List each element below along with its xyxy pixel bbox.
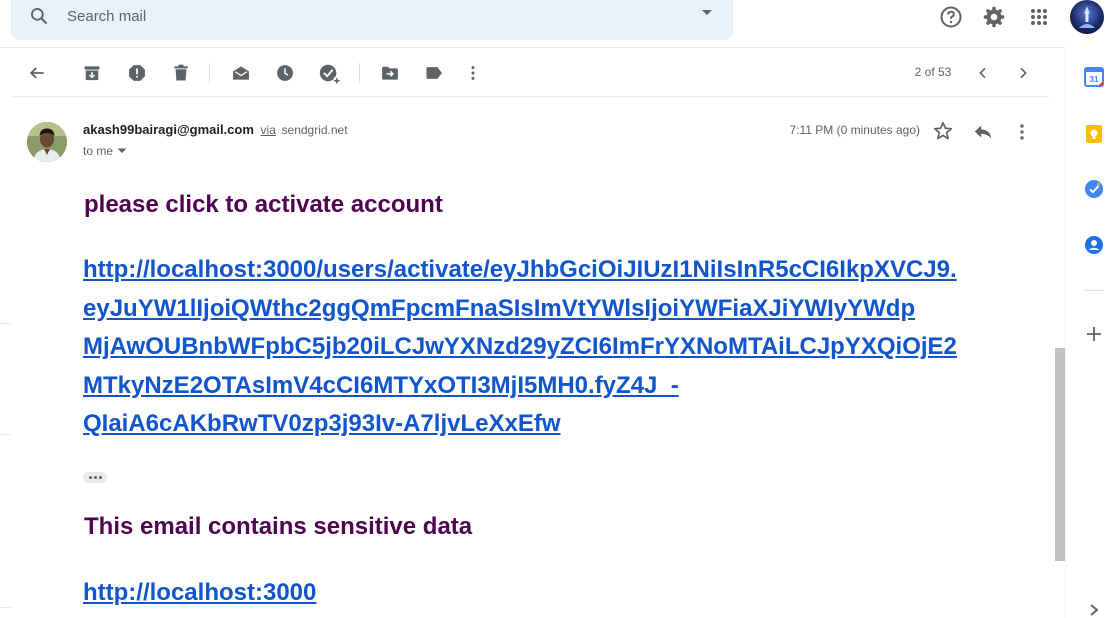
more-options-button[interactable]: [461, 61, 485, 85]
sender-line: akash99bairagi@gmail.com via sendgrid.ne…: [83, 122, 348, 137]
star-button[interactable]: [932, 120, 954, 142]
newer-button[interactable]: [971, 61, 995, 85]
recipient-label: to me: [83, 144, 114, 158]
body-heading-activate: please click to activate account: [84, 191, 443, 218]
scrollbar-thumb[interactable]: [1055, 348, 1065, 561]
svg-text:31: 31: [1090, 75, 1099, 84]
contacts-icon[interactable]: [1084, 235, 1104, 255]
labels-button[interactable]: [422, 61, 446, 85]
message-time: 7:11 PM (0 minutes ago): [789, 123, 920, 137]
left-edge-divider: [0, 434, 11, 435]
back-button[interactable]: [25, 61, 49, 85]
delete-button[interactable]: [169, 61, 193, 85]
tasks-icon[interactable]: [1084, 179, 1104, 199]
toolbar-separator: [359, 63, 360, 83]
older-button[interactable]: [1011, 61, 1035, 85]
header-divider: [0, 47, 1065, 48]
sender-email[interactable]: akash99bairagi@gmail.com: [83, 122, 254, 137]
move-to-button[interactable]: [378, 61, 402, 85]
search-icon[interactable]: [29, 6, 49, 26]
chevron-down-icon: [117, 148, 127, 153]
account-avatar[interactable]: [1070, 0, 1104, 34]
side-panel-divider: [1065, 48, 1066, 618]
reply-button[interactable]: [972, 121, 994, 143]
toolbar-shadow: [11, 96, 1049, 98]
activation-link-line: QIaiA6cAKbRwTV0zp3j93Iv-A7ljvLeXxEfw: [83, 410, 561, 437]
via-domain: sendgrid.net: [281, 123, 348, 137]
recipient-details[interactable]: to me: [83, 144, 127, 158]
via-link[interactable]: via: [261, 123, 276, 137]
activation-link-line: MjAwOUBnbWFpbC5jb20iLCJwYXNzd29yZCI6ImFr…: [83, 333, 957, 360]
activation-link-line: http://localhost:3000/users/activate/eyJ…: [83, 256, 957, 283]
home-link[interactable]: http://localhost:3000: [83, 574, 1053, 613]
left-edge-divider: [0, 607, 11, 608]
report-spam-button[interactable]: [125, 61, 149, 85]
mark-unread-button[interactable]: [229, 61, 253, 85]
side-panel-separator: [1084, 290, 1104, 291]
search-options-icon[interactable]: [701, 9, 713, 17]
sender-avatar[interactable]: [27, 122, 67, 162]
pager-count: 2 of 53: [914, 65, 952, 79]
show-trimmed-content-button[interactable]: [83, 472, 107, 483]
body-heading-sensitive: This email contains sensitive data: [84, 513, 473, 540]
left-edge-divider: [0, 323, 11, 324]
activation-link[interactable]: http://localhost:3000/users/activate/eyJ…: [83, 251, 1053, 444]
activation-link-line: eyJuYW1lIjoiQWthc2ggQmFpcmFnaSIsImVtYWls…: [83, 294, 916, 322]
toolbar-separator: [209, 63, 210, 83]
apps-grid-icon[interactable]: [1027, 5, 1051, 29]
search-bar: [11, 0, 733, 40]
expand-side-panel-icon[interactable]: [1088, 603, 1100, 617]
keep-icon[interactable]: [1084, 124, 1104, 144]
snooze-button[interactable]: [273, 61, 297, 85]
add-addon-icon[interactable]: [1084, 324, 1104, 344]
archive-button[interactable]: [80, 61, 104, 85]
help-icon[interactable]: [939, 5, 963, 29]
activation-link-line: MTkyNzE2OTAsImV4cCI6MTYxOTI3MjI5MH0.fyZ4…: [83, 371, 679, 399]
calendar-icon[interactable]: 31: [1084, 67, 1104, 87]
settings-icon[interactable]: [982, 5, 1006, 29]
add-to-tasks-button[interactable]: [317, 61, 341, 85]
search-input[interactable]: [67, 4, 667, 28]
message-more-button[interactable]: [1011, 121, 1033, 143]
